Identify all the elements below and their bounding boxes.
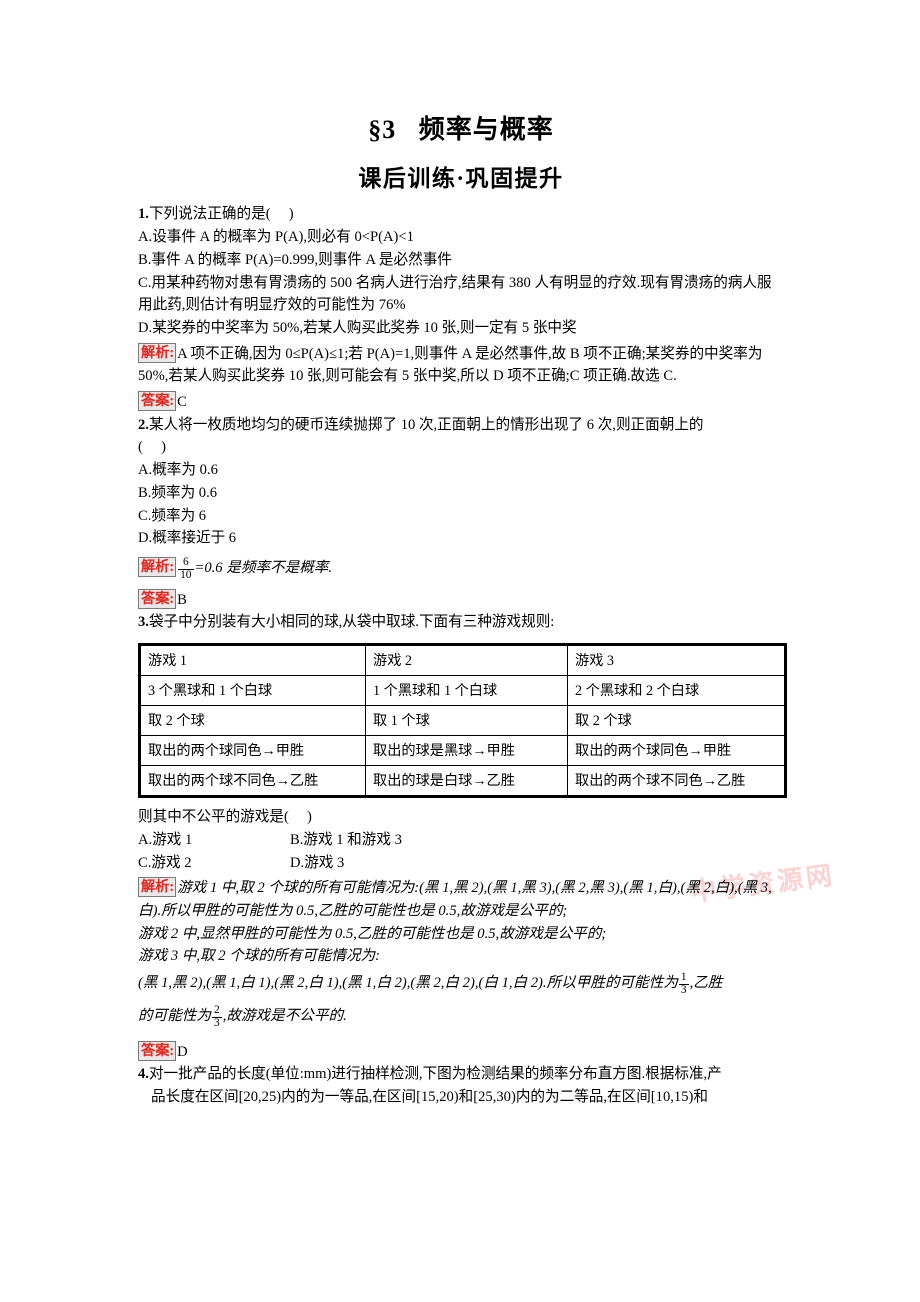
table-cell: 2 个黑球和 2 个白球: [567, 675, 786, 707]
analysis-label: 解析:: [138, 342, 177, 363]
page-content: §3 频率与概率 课后训练·巩固提升 1.下列说法正确的是( ) A.设事件 A…: [138, 0, 787, 1109]
question-3-answer: 答案: D: [138, 1038, 784, 1064]
question-3-options-row-1: A.游戏 1 B.游戏 1 和游戏 3: [138, 829, 784, 852]
question-3-prompt: 则其中不公平的游戏是( ): [138, 809, 312, 826]
question-1-stem-text: 下列说法正确的是( ): [148, 206, 294, 223]
question-2-stem: 2.某人将一枚质地均匀的硬币连续抛掷了 10 次,正面朝上的情形出现了 6 次,…: [138, 414, 784, 437]
question-3-option-c: C.游戏 2: [138, 854, 192, 871]
question-3-analysis-part-3: 游戏 3 中,取 2 个球的所有可能情况为:: [138, 948, 381, 965]
question-3-option-a: A.游戏 1: [138, 831, 193, 848]
question-2-stem-text: 某人将一枚质地均匀的硬币连续抛掷了 10 次,正面朝上的情形出现了 6 次,则正…: [148, 416, 704, 433]
section-label: §3: [368, 115, 397, 144]
question-3-analysis-part-4-pre: (黑 1,黑 2),(黑 1,白 1),(黑 2,白 1),(黑 1,白 2),…: [138, 975, 678, 992]
table-cell: 取出的两个球同色→甲胜: [567, 735, 786, 767]
question-2-analysis-text: 6 10 =0.6 是频率不是概率.: [177, 556, 333, 581]
title-gap: [396, 115, 419, 144]
table-header-game-3: 游戏 3: [567, 644, 786, 677]
question-3-analysis-part-1: 游戏 1 中,取 2 个球的所有可能情况为:(黑 1,黑 2),(黑 1,黑 3…: [138, 880, 772, 919]
analysis-label: 解析:: [138, 556, 177, 577]
table-cell: 3 个黑球和 1 个白球: [139, 675, 366, 707]
question-2-answer-text: B: [177, 591, 187, 608]
table-cell: 1 个黑球和 1 个白球: [365, 675, 568, 707]
question-2-analysis-tail: =0.6 是频率不是概率.: [194, 559, 333, 576]
question-3-analysis-part-5-pre: 的可能性为: [138, 1007, 211, 1024]
question-1-answer-text: C: [177, 394, 187, 411]
question-2-option-c: C.频率为 6: [138, 507, 207, 524]
table-cell: 取出的两个球不同色→乙胜: [567, 765, 786, 798]
question-4-stem-line-1: 对一批产品的长度(单位:mm)进行抽样检测,下图为检测结果的频率分布直方图.根据…: [148, 1066, 722, 1083]
table-row: 取出的两个球同色→甲胜 取出的球是黑球→甲胜 取出的两个球同色→甲胜: [139, 735, 786, 767]
page-subtitle: 课后训练·巩固提升: [358, 165, 564, 191]
question-3-analysis-part-4-mid: ,乙胜: [689, 975, 723, 992]
table-cell: 取出的球是白球→乙胜: [365, 765, 568, 798]
question-3-stem: 3.袋子中分别装有大小相同的球,从袋中取球.下面有三种游戏规则:: [138, 611, 784, 634]
table-cell: 取出的球是黑球→甲胜: [365, 735, 568, 767]
question-1-option-c: C.用某种药物对患有胃溃疡的 500 名病人进行治疗,结果有 380 人有明显的…: [138, 274, 772, 314]
question-4-stem-line-2: 品长度在区间[20,25)内的为一等品,在区间[15,20)和[25,30)内的…: [151, 1089, 708, 1106]
table-row: 取 2 个球 取 1 个球 取 2 个球: [139, 705, 786, 737]
question-2-bracket: ( ): [138, 439, 166, 456]
question-3-answer-text: D: [177, 1043, 188, 1060]
question-3-analysis-part-5: 的可能性为 2 3 ,故游戏是不公平的.: [138, 1003, 784, 1030]
answer-label: 答案:: [138, 1040, 177, 1061]
question-3-analysis-part-5-tail: ,故游戏是不公平的.: [222, 1007, 347, 1024]
question-3-option-d: D.游戏 3: [290, 854, 345, 871]
table-cell: 取 2 个球: [139, 705, 366, 737]
table-cell: 取 2 个球: [567, 705, 786, 737]
question-1-analysis: 解析: A 项不正确,因为 0≤P(A)≤1;若 P(A)=1,则事件 A 是必然…: [138, 340, 784, 388]
question-1-option-d: D.某奖券的中奖率为 50%,若某人购买此奖券 10 张,则一定有 5 张中奖: [138, 319, 577, 336]
title-text: 频率与概率: [418, 115, 554, 144]
question-1-answer: 答案: C: [138, 388, 784, 414]
question-1-option-b: B.事件 A 的概率 P(A)=0.999,则事件 A 是必然事件: [138, 251, 452, 268]
game-rules-table: 游戏 1 游戏 2 游戏 3 3 个黑球和 1 个白球 1 个黑球和 1 个白球…: [138, 643, 787, 799]
question-1-analysis-text: A 项不正确,因为 0≤P(A)≤1;若 P(A)=1,则事件 A 是必然事件,…: [138, 345, 767, 385]
question-1-number: 1.: [138, 206, 149, 223]
fraction-two-thirds: 23: [211, 1003, 222, 1029]
question-2-analysis: 解析: 6 10 =0.6 是频率不是概率.: [138, 554, 784, 582]
exercise-page: 中学资源网 §3 频率与概率 课后训练·巩固提升 1.下列说法正确的是( ) A…: [0, 0, 920, 1302]
question-2-option-a: A.概率为 0.6: [138, 462, 218, 479]
answer-label: 答案:: [138, 588, 177, 609]
question-1-stem: 1.下列说法正确的是( ): [138, 203, 784, 226]
question-3-analysis-part-2: 游戏 2 中,显然甲胜的可能性为 0.5,乙胜的可能性也是 0.5,故游戏是公平…: [138, 925, 607, 942]
answer-label: 答案:: [138, 391, 177, 412]
question-3-option-b: B.游戏 1 和游戏 3: [290, 831, 402, 848]
question-3-number: 3.: [138, 614, 149, 631]
question-3-analysis: 解析: 游戏 1 中,取 2 个球的所有可能情况为:(黑 1,黑 2),(黑 1,…: [138, 874, 784, 922]
table-header-game-1: 游戏 1: [139, 644, 366, 677]
table-row-header: 游戏 1 游戏 2 游戏 3: [139, 644, 786, 677]
table-cell: 取 1 个球: [365, 705, 568, 737]
table-cell: 取出的两个球不同色→乙胜: [139, 765, 366, 798]
question-3-analysis-part-4: (黑 1,黑 2),(黑 1,白 1),(黑 2,白 1),(黑 1,白 2),…: [138, 971, 784, 997]
page-title: §3 频率与概率: [138, 0, 784, 147]
table-cell: 取出的两个球同色→甲胜: [139, 735, 366, 767]
table-row: 取出的两个球不同色→乙胜 取出的球是白球→乙胜 取出的两个球不同色→乙胜: [139, 765, 786, 798]
question-2-option-b: B.频率为 0.6: [138, 484, 218, 501]
question-2-number: 2.: [138, 416, 149, 433]
question-4-stem: 4.对一批产品的长度(单位:mm)进行抽样检测,下图为检测结果的频率分布直方图.…: [138, 1063, 784, 1086]
question-3-stem-text: 袋子中分别装有大小相同的球,从袋中取球.下面有三种游戏规则:: [148, 614, 555, 631]
fraction-one-third: 13: [678, 971, 689, 996]
question-1-option-a: A.设事件 A 的概率为 P(A),则必有 0<P(A)<1: [138, 229, 414, 246]
table-row: 3 个黑球和 1 个白球 1 个黑球和 1 个白球 2 个黑球和 2 个白球: [139, 675, 786, 707]
question-3-options-row-2: C.游戏 2 D.游戏 3: [138, 852, 784, 875]
table-header-game-2: 游戏 2: [365, 644, 568, 677]
fraction-six-tenths: 6 10: [178, 556, 194, 581]
question-2-answer: 答案: B: [138, 586, 784, 612]
question-2-option-d: D.概率接近于 6: [138, 530, 237, 547]
question-4-number: 4.: [138, 1066, 149, 1083]
analysis-label: 解析:: [138, 877, 177, 898]
